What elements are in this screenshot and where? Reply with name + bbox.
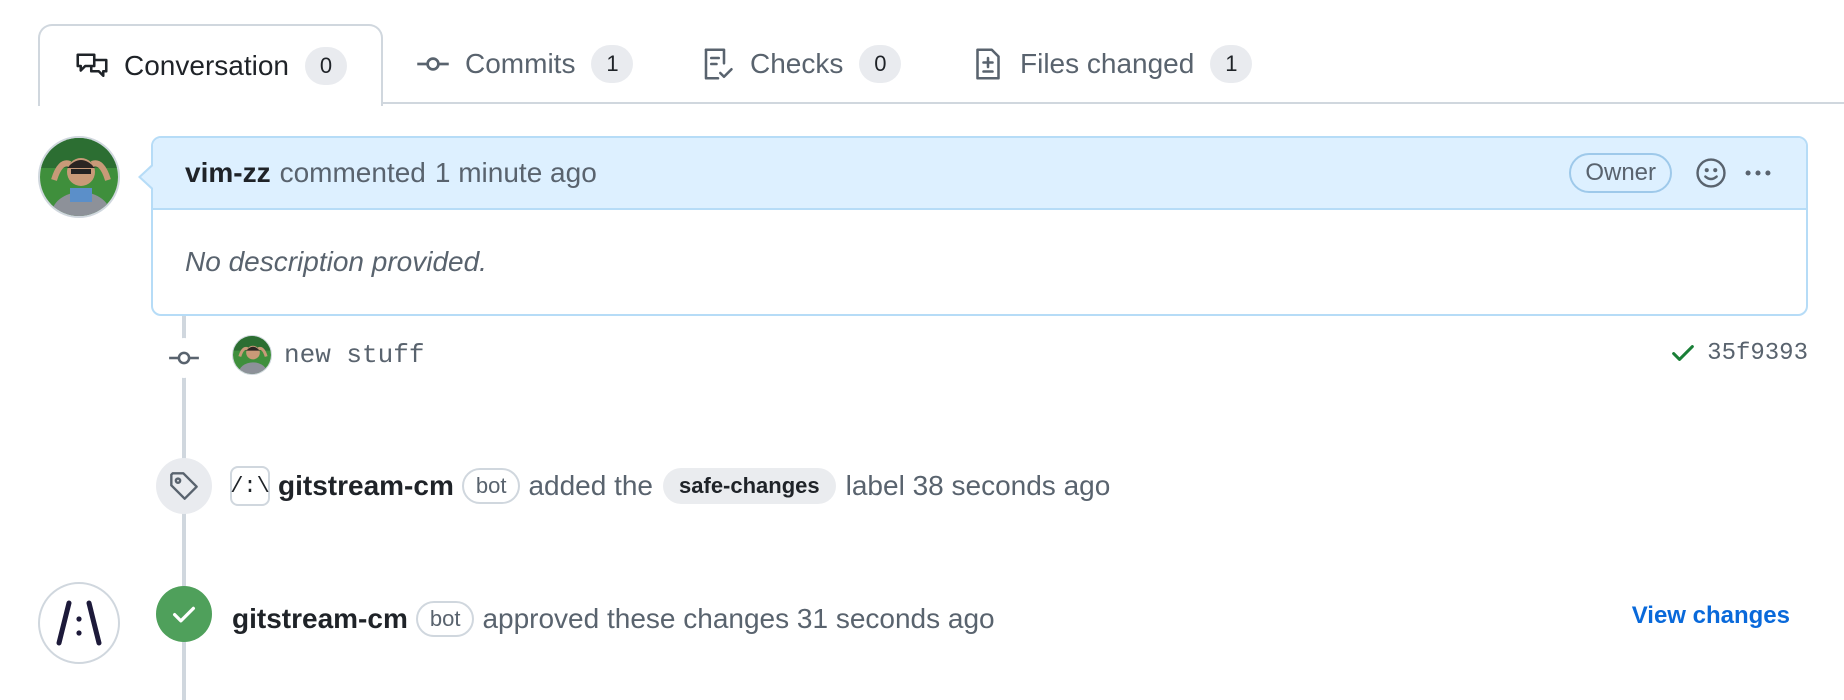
tab-counter: 1	[591, 45, 634, 83]
comment-body: No description provided.	[153, 210, 1806, 314]
comment-author[interactable]: vim-zz	[185, 157, 271, 189]
label-safe-changes[interactable]: safe-changes	[663, 468, 836, 504]
tab-label: Commits	[465, 48, 576, 79]
approved-check-icon	[156, 586, 212, 642]
tab-label: Conversation	[124, 50, 289, 81]
reviewer-bot-avatar[interactable]	[38, 582, 120, 664]
git-commit-icon	[415, 46, 451, 82]
tab-counter: 0	[859, 45, 902, 83]
commit-row: new stuff	[232, 335, 424, 375]
tab-files-changed[interactable]: Files changed 1	[936, 24, 1286, 104]
event-actor[interactable]: gitstream-cm	[278, 470, 454, 502]
commit-sha[interactable]: 35f9393	[1707, 340, 1808, 367]
commit-message[interactable]: new stuff	[284, 340, 424, 370]
bot-badge: bot	[415, 601, 475, 637]
kebab-horizontal-icon[interactable]	[1740, 156, 1776, 190]
comment-pointer-fill	[141, 166, 153, 188]
event-actor[interactable]: gitstream-cm	[232, 603, 408, 635]
comment-action: commented	[279, 157, 426, 188]
comment-header: vim-zz commented 1 minute ago Owner	[153, 138, 1806, 210]
file-diff-icon	[970, 46, 1006, 82]
event-text-before: added the	[528, 470, 654, 501]
checklist-icon	[700, 46, 736, 82]
smiley-icon[interactable]	[1694, 156, 1728, 190]
check-icon[interactable]	[1669, 339, 1697, 367]
author-avatar[interactable]	[38, 136, 120, 218]
label-event: /:\ gitstream-cm bot added the safe-chan…	[230, 464, 1110, 508]
comment-description: No description provided.	[185, 246, 487, 277]
bot-avatar-small[interactable]: /:\	[230, 466, 270, 506]
event-text-after: label 38 seconds ago	[845, 470, 1111, 501]
git-commit-icon	[164, 338, 204, 378]
tab-counter: 0	[304, 47, 347, 85]
bot-badge: bot	[461, 468, 521, 504]
commit-author-avatar[interactable]	[232, 335, 272, 375]
tag-icon	[156, 458, 212, 514]
tab-label: Files changed	[1020, 48, 1195, 79]
comment-discussion-icon	[74, 48, 110, 84]
tab-commits[interactable]: Commits 1	[381, 24, 667, 104]
tab-counter: 1	[1210, 45, 1253, 83]
pr-description-comment: vim-zz commented 1 minute ago Owner No d…	[151, 136, 1808, 316]
tab-checks[interactable]: Checks 0	[666, 24, 935, 104]
pr-tab-bar: Conversation 0 Commits 1 Checks 0 Files …	[0, 0, 1844, 106]
tab-conversation[interactable]: Conversation 0	[38, 24, 383, 106]
comment-timestamp[interactable]: 1 minute ago	[435, 157, 597, 189]
owner-badge: Owner	[1569, 153, 1672, 193]
tab-label: Checks	[750, 48, 844, 79]
commit-sha-group: 35f9393	[1669, 339, 1808, 367]
view-changes-link[interactable]: View changes	[1632, 602, 1790, 630]
review-event: gitstream-cm bot approved these changes …	[232, 597, 995, 641]
review-event-text: approved these changes 31 seconds ago	[482, 603, 995, 634]
